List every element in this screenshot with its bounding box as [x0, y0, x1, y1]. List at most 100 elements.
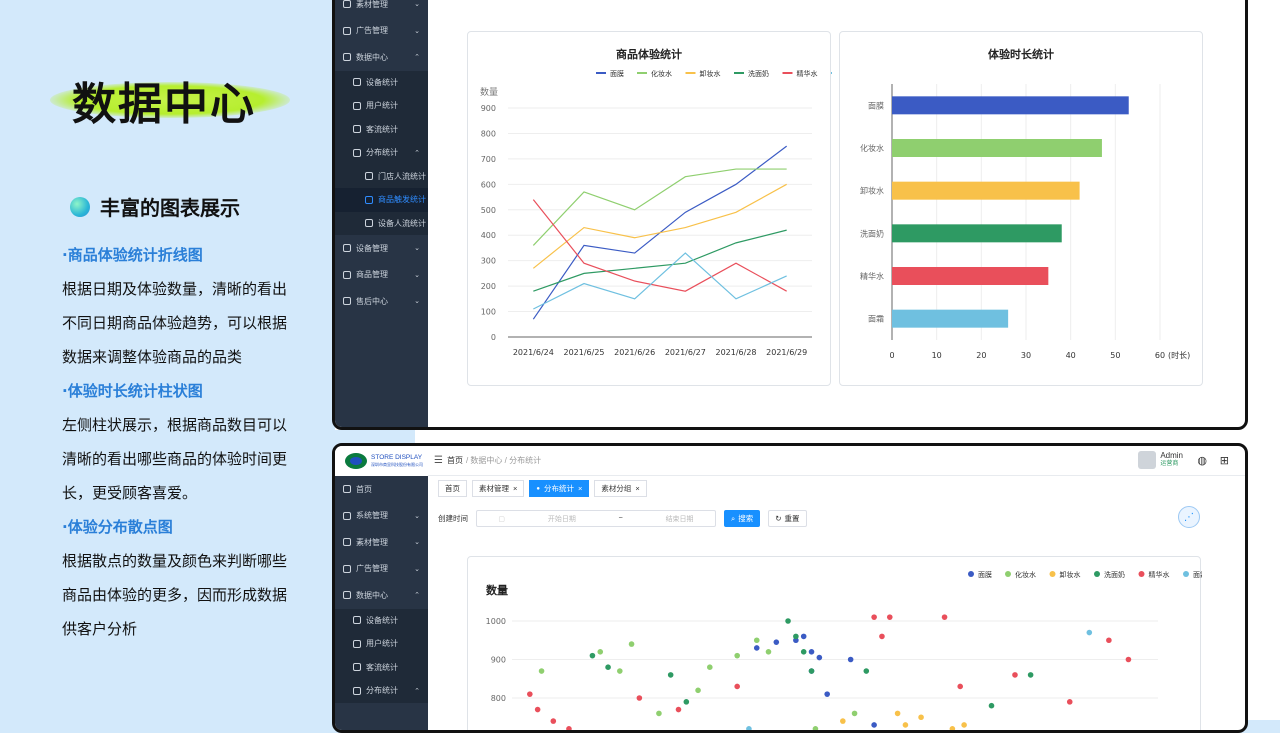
- sidebar-item-label: 设备人流统计: [378, 218, 426, 229]
- scatter-point: [1087, 630, 1093, 636]
- close-icon[interactable]: ×: [513, 484, 517, 493]
- menu-icon: [353, 125, 361, 133]
- line-chart: 数量01002003004005006007008009002021/6/242…: [468, 32, 832, 387]
- sidebar-item[interactable]: 分布统计⌃: [335, 679, 428, 703]
- desc-paragraph-line: 根据日期及体验数量，清晰的看出不同日期商品体验趋势，可以根据数据来调整体验商品的…: [62, 272, 292, 374]
- tab-tag-label: 分布统计: [544, 483, 574, 494]
- tab-tag[interactable]: 首页: [438, 480, 467, 497]
- sidebar-item[interactable]: 用户统计: [335, 94, 428, 118]
- sidebar-item[interactable]: 数据中心⌃: [335, 582, 428, 609]
- sidebar-item[interactable]: 门店人流统计: [335, 165, 428, 189]
- sidebar-item[interactable]: 售后中心⌄: [335, 288, 428, 315]
- sidebar-item[interactable]: 设备人流统计: [335, 212, 428, 236]
- bar-chart-card: 体验时长统计 0102030405060(时长)面膜化妆水卸妆水洗面奶精华水面霜: [839, 31, 1203, 386]
- sidebar-item[interactable]: 素材管理⌄: [335, 529, 428, 556]
- sidebar-item[interactable]: 客流统计: [335, 656, 428, 680]
- scatter-point: [785, 618, 791, 624]
- tab-tag[interactable]: ● 分布统计 ×: [529, 480, 589, 497]
- sidebar-item-label: 设备管理: [356, 243, 388, 254]
- chevron-down-icon: ⌄: [414, 538, 420, 546]
- scatter-point: [539, 668, 545, 674]
- y-tick-label: 200: [481, 282, 496, 291]
- sidebar-item[interactable]: 广告管理⌄: [335, 18, 428, 45]
- scatter-point: [989, 703, 995, 709]
- x-tick-label: 2021/6/25: [563, 348, 604, 357]
- tab-tag[interactable]: 素材管理×: [472, 480, 524, 497]
- sidebar-item[interactable]: 设备统计: [335, 71, 428, 95]
- user-menu[interactable]: Admin 运营商: [1138, 451, 1183, 469]
- promo-panel: 数据中心 丰富的图表展示 ·商品体验统计折线图 根据日期及体验数量，清晰的看出不…: [0, 0, 335, 720]
- scatter-point: [848, 657, 854, 663]
- breadcrumb-home[interactable]: 首页: [447, 455, 463, 466]
- sidebar-item[interactable]: 系统管理⌄: [335, 503, 428, 530]
- close-icon[interactable]: ×: [635, 484, 639, 493]
- series-line: [533, 253, 786, 309]
- y-tick-label: 0: [491, 333, 496, 342]
- sidebar-item-label: 售后中心: [356, 296, 388, 307]
- desc-paragraph-bar: 左侧柱状展示，根据商品数目可以清晰的看出哪些商品的体验时间更长，更受顾客喜爱。: [62, 408, 292, 510]
- scatter-point: [809, 668, 815, 674]
- scatter-point: [840, 718, 846, 724]
- sidebar-item[interactable]: 广告管理⌄: [335, 556, 428, 583]
- date-range-picker[interactable]: ▢ 开始日期 ~ 结束日期: [476, 510, 716, 527]
- scatter-point: [864, 668, 870, 674]
- scatter-point: [801, 634, 807, 640]
- bar: [892, 139, 1102, 157]
- menu-icon: [353, 78, 361, 86]
- sidebar-item[interactable]: 数据中心⌃: [335, 44, 428, 71]
- globe-icon[interactable]: ◍: [1197, 454, 1207, 467]
- start-date-input[interactable]: 开始日期: [548, 514, 576, 524]
- sidebar-item-label: 系统管理: [356, 510, 388, 521]
- sidebar-item-label: 商品管理: [356, 269, 388, 280]
- desc-heading-line: ·商品体验统计折线图: [62, 238, 292, 272]
- sidebar-item[interactable]: 设备统计: [335, 609, 428, 633]
- sidebar-item-label: 广告管理: [356, 25, 388, 36]
- sidebar-item[interactable]: 用户统计: [335, 632, 428, 656]
- active-dot-icon: ●: [536, 486, 540, 492]
- series-line: [533, 184, 786, 268]
- x-tick-label: 20: [976, 351, 986, 360]
- menu-toggle-icon[interactable]: ☰: [434, 455, 443, 466]
- close-icon[interactable]: ×: [578, 484, 582, 493]
- end-date-input[interactable]: 结束日期: [666, 514, 694, 524]
- sidebar-item[interactable]: 分布统计⌃: [335, 141, 428, 165]
- sidebar-item-label: 商品触发统计: [378, 194, 426, 205]
- tab-tag[interactable]: 素材分组 ×: [594, 480, 646, 497]
- scatter-point: [754, 645, 760, 651]
- sidebar-item[interactable]: 素材管理⌄: [335, 0, 428, 18]
- search-button[interactable]: ⌕ 搜索: [724, 510, 760, 527]
- sidebar-item-label: 素材管理: [356, 0, 388, 10]
- sidebar-item[interactable]: 设备管理⌄: [335, 235, 428, 262]
- user-role: 运营商: [1160, 460, 1183, 469]
- legend-label: 精华水: [797, 69, 818, 78]
- legend-label: 化妆水: [1015, 570, 1036, 579]
- logo: STORE DISPLAY 深圳市商显科技股份有限公司: [335, 446, 428, 476]
- reset-button[interactable]: ↻ 重置: [768, 510, 806, 527]
- chevron-up-icon: ⌃: [414, 591, 420, 599]
- scatter-point: [668, 672, 674, 678]
- menu-icon: [353, 616, 361, 624]
- x-tick-label: 2021/6/27: [665, 348, 706, 357]
- sidebar-bottom: 首页系统管理⌄素材管理⌄广告管理⌄数据中心⌃设备统计用户统计客流统计分布统计⌃: [335, 476, 428, 733]
- x-tick-label: 10: [932, 351, 942, 360]
- sidebar-item[interactable]: 首页: [335, 476, 428, 503]
- tab-tag-label: 素材分组: [601, 483, 631, 494]
- sidebar-item[interactable]: 商品触发统计: [335, 188, 428, 212]
- y-axis-label: 数量: [480, 86, 498, 98]
- sidebar-item[interactable]: 客流统计: [335, 118, 428, 142]
- user-name: Admin: [1160, 451, 1183, 460]
- logo-company: 深圳市商显科技股份有限公司: [371, 461, 423, 468]
- grid-icon[interactable]: ⊞: [1220, 454, 1229, 467]
- feature-description: ·商品体验统计折线图 根据日期及体验数量，清晰的看出不同日期商品体验趋势，可以根…: [62, 238, 292, 646]
- refresh-icon: ↻: [775, 514, 781, 523]
- legend-swatch: [1005, 571, 1011, 577]
- sidebar-item[interactable]: 商品管理⌄: [335, 262, 428, 289]
- sidebar-item-label: 分布统计: [366, 685, 398, 696]
- chart-toggle-button[interactable]: ⋰: [1178, 506, 1200, 528]
- desc-heading-bar: ·体验时长统计柱状图: [62, 374, 292, 408]
- x-tick-label: 60: [1155, 351, 1165, 360]
- y-tick-label: 600: [481, 180, 496, 189]
- scatter-point: [961, 722, 967, 728]
- y-tick-label: 1000: [486, 617, 506, 626]
- scatter-point: [656, 711, 662, 717]
